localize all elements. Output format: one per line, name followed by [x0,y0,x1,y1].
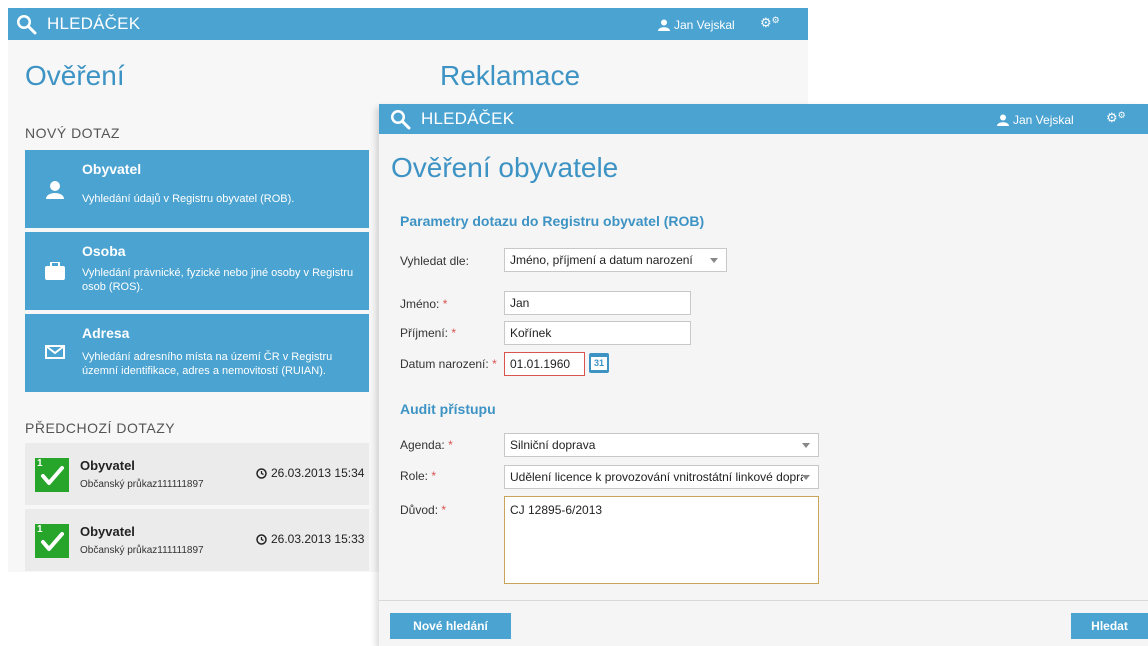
last-name-label: Příjmení: * [400,326,457,340]
birth-date-input[interactable]: 01.01.1960 [504,352,585,376]
agenda-select[interactable]: Silniční doprava [504,433,819,457]
search-by-select[interactable]: Jméno, příjmení a datum narození [504,248,727,272]
user-icon [658,19,670,31]
chevron-down-icon [802,475,810,480]
success-check-icon: 1 [35,458,69,492]
search-by-label: Vyhledat dle: [400,254,469,268]
card-obyvatel[interactable]: Obyvatel Vyhledání údajů v Registru obyv… [25,150,369,228]
reason-value: CJ 12895-6/2013 [510,503,603,517]
search-button[interactable]: Hledat [1071,613,1148,639]
card-title: Adresa [82,325,130,341]
center-title: Reklamace [440,60,581,91]
search-logo-icon [17,15,37,35]
birth-date-label: Datum narození: * [400,357,497,371]
briefcase-icon [45,262,65,280]
audit-heading: Audit přístupu [400,401,496,417]
role-select[interactable]: Udělení licence k provozování vnitrostát… [504,465,819,489]
card-desc: Vyhledání údajů v Registru obyvatel (ROB… [82,193,295,205]
agenda-value: Silniční doprava [510,438,596,452]
first-name-value: Jan [510,296,530,310]
first-name-label: Jméno: * [400,297,448,311]
person-icon [46,181,64,199]
calendar-icon[interactable]: 31 [589,353,609,373]
history-badge: 1 [37,458,43,469]
front-header: HLEDÁČEK Jan Vejskal ⚙⚙ [379,104,1148,134]
birth-date-value: 01.01.1960 [510,357,571,371]
reason-label: Důvod: * [400,503,447,517]
required-mark: * [442,297,448,311]
required-mark: * [492,357,497,371]
history-datetime: 26.03.2013 15:34 [271,466,365,480]
card-adresa[interactable]: Adresa Vyhledání adresního místa na územ… [25,314,369,392]
search-logo-icon [391,110,411,130]
history-badge: 1 [37,524,43,535]
user-name: Jan Vejskal [674,18,735,32]
brand-name: HLEDÁČEK [421,109,515,128]
params-heading: Parametry dotazu do Registru obyvatel (R… [400,213,705,229]
history-date: 26.03.2013 15:33 [256,532,364,546]
history-subtitle: Občanský průkaz111111897 [80,479,204,490]
chevron-down-icon [802,443,810,448]
search-by-value: Jméno, příjmení a datum narození [510,253,693,267]
history-title: Obyvatel [80,524,135,539]
role-label: Role: * [400,469,437,483]
back-header: HLEDÁČEK Jan Vejskal ⚙⚙ [8,8,808,40]
history-title: Obyvatel [80,458,135,473]
chevron-down-icon [710,258,718,263]
user-icon [997,114,1009,126]
card-title: Obyvatel [82,161,142,177]
form-title: Ověření obyvatele [391,152,619,183]
required-mark: * [448,438,453,452]
first-name-input[interactable]: Jan [504,291,691,315]
new-search-button[interactable]: Nové hledání [390,613,511,639]
required-mark: * [431,469,437,483]
settings-gear-icon[interactable]: ⚙⚙ [1106,110,1126,126]
new-query-heading: NOVÝ DOTAZ [25,125,120,141]
history-item[interactable]: 1 Obyvatel Občanský průkaz111111897 26.0… [25,443,369,505]
footer-divider [379,600,1148,601]
card-desc: Vyhledání adresního místa na území ČR v … [82,351,333,377]
history-datetime: 26.03.2013 15:33 [271,532,365,546]
last-name-input[interactable]: Kořínek [504,321,691,345]
clock-icon [256,533,267,545]
page-title: Ověření [25,60,125,91]
clock-icon [256,467,267,479]
card-desc: Vyhledání právnické, fyzické nebo jiné o… [82,267,354,293]
envelope-icon [45,345,65,359]
brand-name: HLEDÁČEK [47,14,141,33]
brand[interactable]: HLEDÁČEK [15,8,140,40]
calendar-day: 31 [591,357,607,370]
settings-gear-icon[interactable]: ⚙⚙ [760,15,780,31]
card-title: Osoba [82,243,126,259]
role-value: Udělení licence k provozování vnitrostát… [510,470,803,484]
success-check-icon: 1 [35,524,69,558]
history-date: 26.03.2013 15:34 [256,466,364,480]
last-name-value: Kořínek [510,326,552,340]
agenda-label: Agenda: * [400,438,453,452]
required-mark: * [441,503,447,517]
user-menu[interactable]: Jan Vejskal [658,18,735,32]
card-osoba[interactable]: Osoba Vyhledání právnické, fyzické nebo … [25,232,369,310]
brand[interactable]: HLEDÁČEK [389,104,514,134]
history-item[interactable]: 1 Obyvatel Občanský průkaz111111897 26.0… [25,509,369,571]
history-subtitle: Občanský průkaz111111897 [80,545,204,556]
required-mark: * [451,326,457,340]
user-menu[interactable]: Jan Vejskal [997,113,1074,127]
reason-textarea[interactable]: CJ 12895-6/2013 [504,496,819,584]
previous-queries-heading: PŘEDCHOZÍ DOTAZY [25,420,176,436]
user-name: Jan Vejskal [1013,113,1074,127]
